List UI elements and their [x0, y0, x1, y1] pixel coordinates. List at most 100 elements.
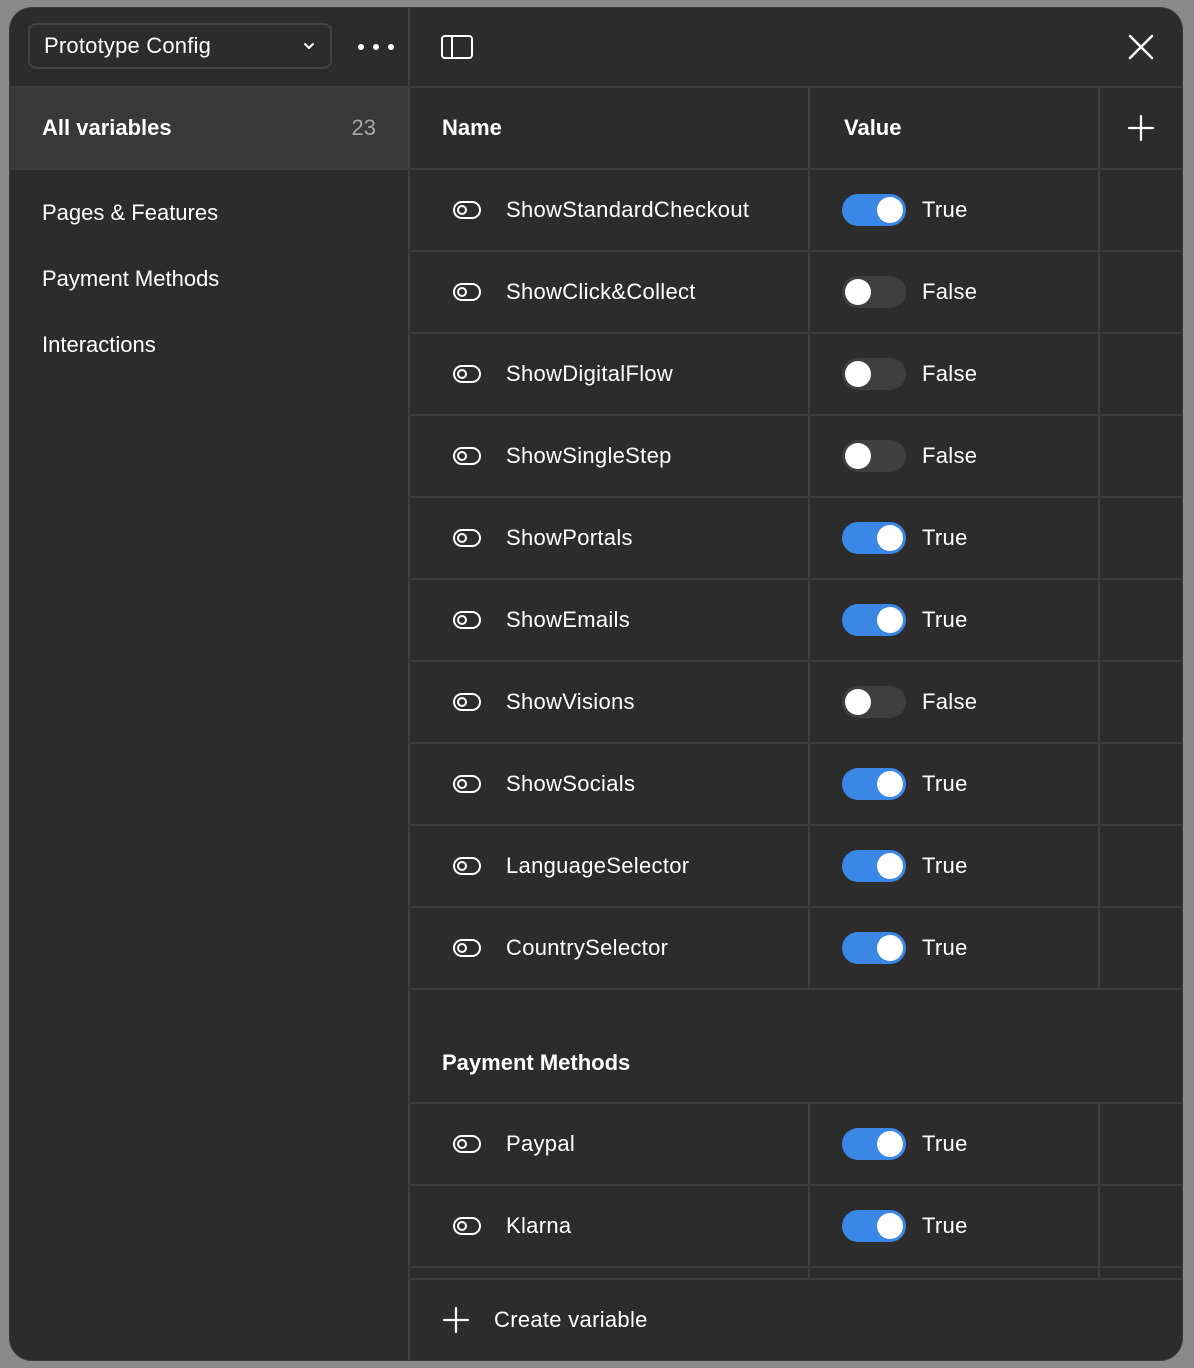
boolean-variable-icon: [453, 939, 481, 957]
extra-cell: [1100, 252, 1182, 332]
variable-name[interactable]: ShowVisions: [506, 689, 635, 715]
variable-name[interactable]: ShowStandardCheckout: [506, 197, 749, 223]
sidebar-item-interactions[interactable]: Interactions: [10, 312, 408, 378]
add-column-cell: [1100, 88, 1182, 168]
extra-cell: [1100, 826, 1182, 906]
value-column-header: Value: [810, 88, 1100, 168]
toggle-knob: [877, 197, 903, 223]
variable-name[interactable]: ShowPortals: [506, 525, 633, 551]
value-text: True: [922, 525, 968, 550]
boolean-toggle[interactable]: [842, 768, 906, 800]
variable-name[interactable]: LanguageSelector: [506, 853, 689, 879]
sidebar-item-payment-methods[interactable]: Payment Methods: [10, 246, 408, 312]
create-variable-button[interactable]: Create variable: [410, 1278, 1182, 1360]
name-cell: LanguageSelector: [410, 826, 810, 906]
boolean-variable-icon: [453, 529, 481, 547]
table-row[interactable]: ShowClick&Collect False: [410, 252, 1182, 334]
boolean-variable-icon: [453, 775, 481, 793]
sidebar-item-pages-features[interactable]: Pages & Features: [10, 180, 408, 246]
boolean-variable-icon: [453, 1135, 481, 1153]
table-row[interactable]: Paypal True: [410, 1104, 1182, 1186]
name-column-header: Name: [410, 88, 810, 168]
sidebar-toggle-icon[interactable]: [440, 32, 474, 62]
name-cell: ShowSingleStep: [410, 416, 810, 496]
value-cell: True: [810, 826, 1100, 906]
plus-icon[interactable]: [1127, 114, 1155, 142]
name-cell: ShowPortals: [410, 498, 810, 578]
group-list: Pages & Features Payment Methods Interac…: [10, 170, 408, 378]
value-cell: False: [810, 334, 1100, 414]
variable-name[interactable]: CountrySelector: [506, 935, 668, 961]
value-text: False: [922, 443, 978, 468]
value-text: True: [922, 853, 968, 878]
plus-icon: [442, 1306, 470, 1334]
collection-dropdown[interactable]: Prototype Config: [28, 23, 332, 69]
all-variables-count: 23: [351, 115, 376, 140]
sidebar-item-all-variables[interactable]: All variables 23: [10, 88, 408, 170]
table-row[interactable]: ShowVisions False: [410, 662, 1182, 744]
value-text: True: [922, 771, 968, 796]
toggle-knob: [845, 689, 871, 715]
boolean-toggle[interactable]: [842, 1210, 906, 1242]
boolean-variable-icon: [453, 365, 481, 383]
variable-name[interactable]: ShowDigitalFlow: [506, 361, 673, 387]
toggle-knob: [845, 443, 871, 469]
value-text: True: [922, 1131, 968, 1156]
extra-cell: [1100, 1186, 1182, 1266]
variable-name[interactable]: ShowEmails: [506, 607, 630, 633]
table-row[interactable]: ShowEmails True: [410, 580, 1182, 662]
table-row[interactable]: ShowDigitalFlow False: [410, 334, 1182, 416]
table-row[interactable]: ShowPortals True: [410, 498, 1182, 580]
close-icon[interactable]: [1126, 32, 1156, 62]
toggle-knob: [877, 607, 903, 633]
extra-cell: [1100, 1104, 1182, 1184]
boolean-variable-icon: [453, 283, 481, 301]
value-text: False: [922, 279, 978, 304]
toggle-knob: [877, 935, 903, 961]
boolean-toggle[interactable]: [842, 194, 906, 226]
table-row[interactable]: ShowSocials True: [410, 744, 1182, 826]
toggle-knob: [877, 771, 903, 797]
boolean-toggle[interactable]: [842, 850, 906, 882]
value-cell: True: [810, 580, 1100, 660]
boolean-variable-icon: [453, 1217, 481, 1235]
table-row[interactable]: Klarna True: [410, 1186, 1182, 1268]
more-options-icon[interactable]: [358, 35, 394, 59]
variable-name[interactable]: ShowSingleStep: [506, 443, 672, 469]
boolean-toggle[interactable]: [842, 440, 906, 472]
value-text: True: [922, 935, 968, 960]
table-row[interactable]: ShowStandardCheckout True: [410, 170, 1182, 252]
variable-name[interactable]: Klarna: [506, 1213, 571, 1239]
boolean-toggle[interactable]: [842, 522, 906, 554]
boolean-toggle[interactable]: [842, 604, 906, 636]
payment-variable-rows: Paypal True Klarna True: [410, 1104, 1182, 1268]
name-cell: ShowClick&Collect: [410, 252, 810, 332]
boolean-toggle[interactable]: [842, 276, 906, 308]
boolean-variable-icon: [453, 201, 481, 219]
name-cell: Klarna: [410, 1186, 810, 1266]
extra-cell: [1100, 662, 1182, 742]
sidebar-header: Prototype Config: [10, 8, 408, 88]
name-cell: ShowStandardCheckout: [410, 170, 810, 250]
table-row[interactable]: CountrySelector True: [410, 908, 1182, 990]
variable-name[interactable]: ShowClick&Collect: [506, 279, 696, 305]
boolean-toggle[interactable]: [842, 932, 906, 964]
table-row[interactable]: LanguageSelector True: [410, 826, 1182, 908]
all-variables-label: All variables: [42, 115, 172, 140]
boolean-toggle[interactable]: [842, 686, 906, 718]
boolean-variable-icon: [453, 693, 481, 711]
value-cell: True: [810, 1104, 1100, 1184]
table-row[interactable]: ShowSingleStep False: [410, 416, 1182, 498]
boolean-variable-icon: [453, 447, 481, 465]
boolean-toggle[interactable]: [842, 358, 906, 390]
value-cell: True: [810, 170, 1100, 250]
value-cell: False: [810, 662, 1100, 742]
variable-name[interactable]: Paypal: [506, 1131, 575, 1157]
value-cell: True: [810, 498, 1100, 578]
value-text: True: [922, 1213, 968, 1238]
table-header: Name Value: [410, 88, 1182, 170]
boolean-toggle[interactable]: [842, 1128, 906, 1160]
extra-cell: [1100, 498, 1182, 578]
variable-name[interactable]: ShowSocials: [506, 771, 635, 797]
value-text: True: [922, 607, 968, 632]
